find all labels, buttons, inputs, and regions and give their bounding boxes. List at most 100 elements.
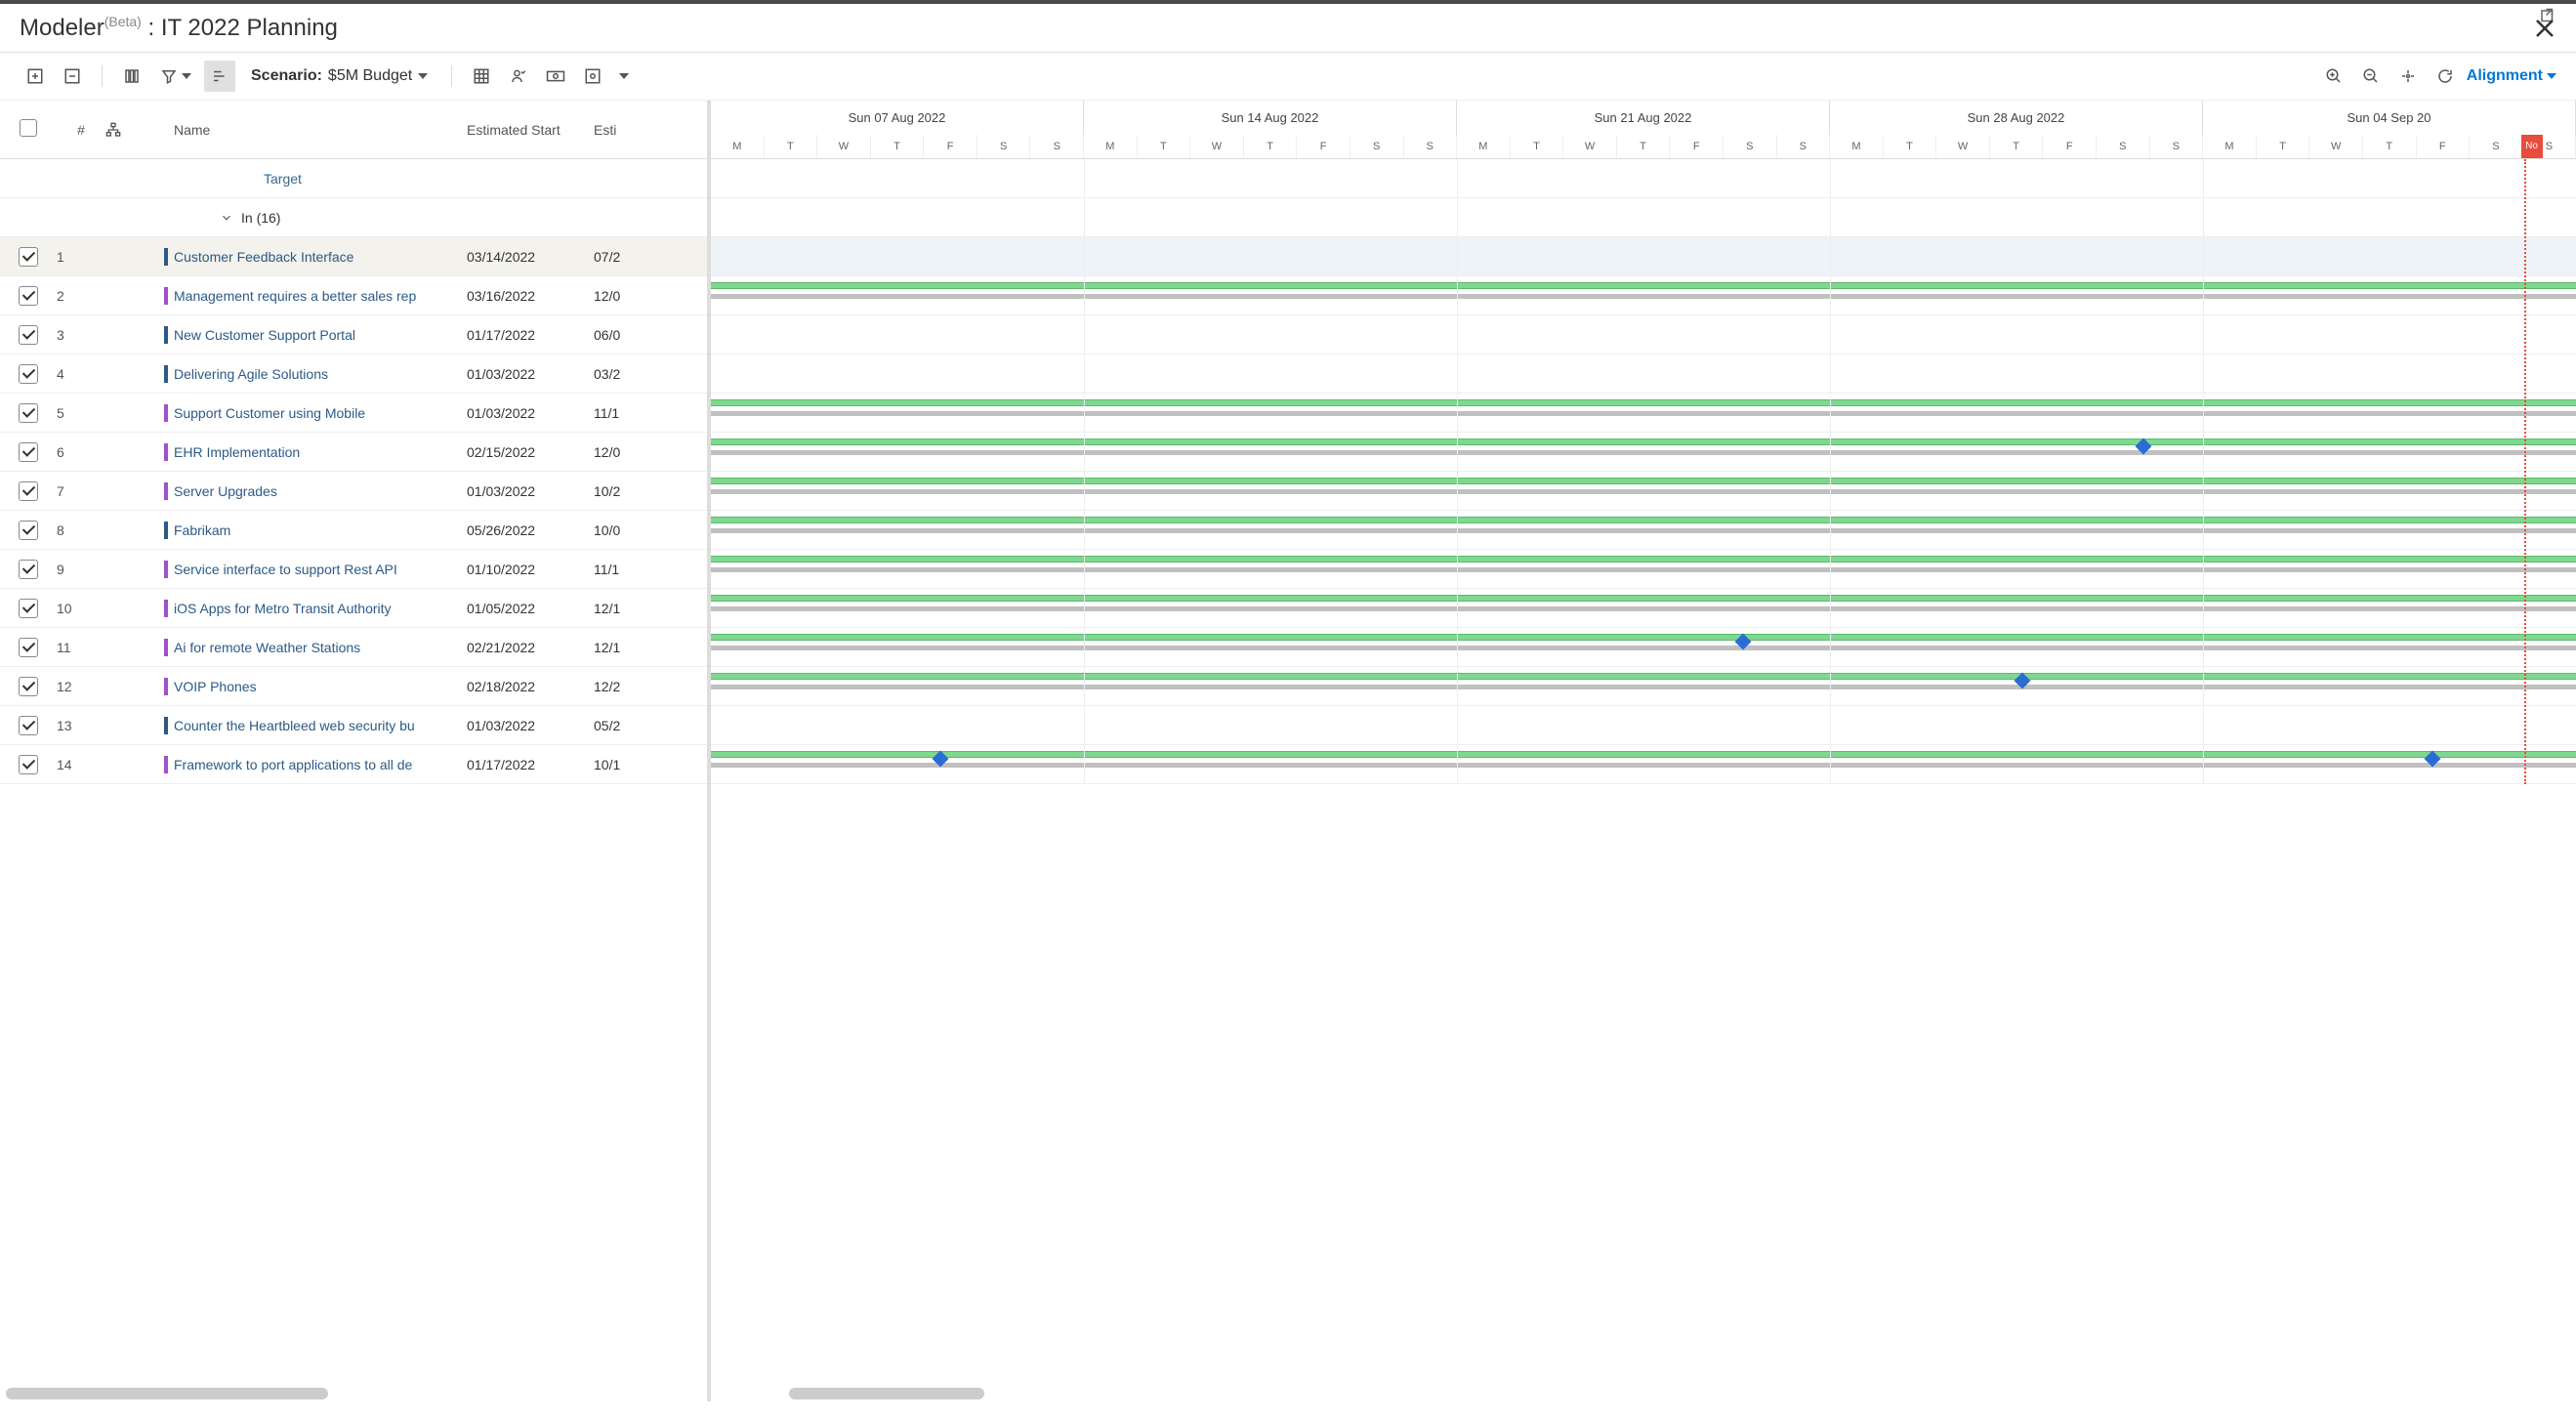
gantt-row[interactable] [711,237,2576,276]
row-name-link[interactable]: Server Upgrades [174,483,277,499]
gantt-bar[interactable] [711,595,2576,602]
gantt-row[interactable] [711,706,2576,745]
table-row[interactable]: 10 iOS Apps for Metro Transit Authority … [0,589,707,628]
row-name-link[interactable]: iOS Apps for Metro Transit Authority [174,601,392,616]
gantt-bar[interactable] [711,478,2576,484]
row-checkbox[interactable] [19,599,38,618]
table-row[interactable]: 6 EHR Implementation 02/15/2022 12/0 [0,433,707,472]
row-name-link[interactable]: Delivering Agile Solutions [174,366,328,382]
target-link[interactable]: Target [0,171,302,187]
settings-panel-icon[interactable] [577,61,608,92]
people-icon[interactable] [503,61,534,92]
table-row[interactable]: 14 Framework to port applications to all… [0,745,707,784]
row-name-link[interactable]: Management requires a better sales rep [174,288,416,304]
select-all-checkbox[interactable] [20,119,37,137]
filter-icon[interactable] [153,61,198,92]
timeline-week[interactable]: Sun 07 Aug 2022 [711,101,1084,135]
right-scrollbar[interactable] [789,1388,984,1399]
columns-icon[interactable] [116,61,147,92]
column-name[interactable]: Name [164,122,467,138]
table-row[interactable]: 5 Support Customer using Mobile 01/03/20… [0,394,707,433]
table-row[interactable]: 9 Service interface to support Rest API … [0,550,707,589]
row-checkbox[interactable] [19,286,38,306]
column-number[interactable]: # [57,122,105,138]
row-name-link[interactable]: Support Customer using Mobile [174,405,365,421]
gantt-row[interactable] [711,550,2576,589]
scenario-dropdown[interactable]: Scenario: $5M Budget [241,67,437,85]
table-row[interactable]: 3 New Customer Support Portal 01/17/2022… [0,315,707,354]
gantt-bar[interactable] [711,282,2576,289]
row-checkbox[interactable] [19,716,38,735]
gantt-row[interactable] [711,745,2576,784]
row-checkbox[interactable] [19,560,38,579]
gantt-row[interactable] [711,433,2576,472]
row-name-link[interactable]: VOIP Phones [174,679,257,694]
zoom-out-icon[interactable] [2355,61,2387,92]
table-row[interactable]: 11 Ai for remote Weather Stations 02/21/… [0,628,707,667]
row-name-link[interactable]: Fabrikam [174,522,230,538]
table-row[interactable]: 2 Management requires a better sales rep… [0,276,707,315]
gantt-view-icon[interactable] [204,61,235,92]
row-name-link[interactable]: Counter the Heartbleed web security bu [174,718,415,733]
timeline-week[interactable]: Sun 04 Sep 20 [2203,101,2576,135]
grid-icon[interactable] [466,61,497,92]
table-row[interactable]: 8 Fabrikam 05/26/2022 10/0 [0,511,707,550]
column-est-start[interactable]: Estimated Start [467,122,594,138]
row-name-link[interactable]: New Customer Support Portal [174,327,355,343]
row-name-link[interactable]: EHR Implementation [174,444,300,460]
gantt-bar[interactable] [711,634,2576,641]
row-name-link[interactable]: Framework to port applications to all de [174,757,412,772]
refresh-icon[interactable] [2430,61,2461,92]
gantt-row[interactable] [711,472,2576,511]
timeline-week[interactable]: Sun 21 Aug 2022 [1457,101,1830,135]
row-checkbox[interactable] [19,247,38,267]
expand-all-icon[interactable] [20,61,51,92]
table-row[interactable]: 13 Counter the Heartbleed web security b… [0,706,707,745]
row-checkbox[interactable] [19,638,38,657]
fit-icon[interactable] [2392,61,2424,92]
gantt-row[interactable] [711,276,2576,315]
row-checkbox[interactable] [19,364,38,384]
gantt-row[interactable] [711,511,2576,550]
row-checkbox[interactable] [19,755,38,774]
gantt-row[interactable] [711,315,2576,354]
timeline-day: T [1511,135,1564,158]
gantt-bar[interactable] [711,556,2576,563]
row-checkbox[interactable] [19,403,38,423]
row-name-link[interactable]: Service interface to support Rest API [174,562,397,577]
money-icon[interactable] [540,61,571,92]
row-name-link[interactable]: Ai for remote Weather Stations [174,640,360,655]
row-checkbox[interactable] [19,442,38,462]
column-hierarchy-icon[interactable] [105,122,164,138]
more-dropdown[interactable] [614,61,634,92]
row-checkbox[interactable] [19,521,38,540]
close-icon[interactable] [2533,17,2556,40]
timeline-week[interactable]: Sun 28 Aug 2022 [1830,101,2203,135]
zoom-in-icon[interactable] [2318,61,2349,92]
alignment-dropdown[interactable]: Alignment [2467,67,2556,85]
table-row[interactable]: 12 VOIP Phones 02/18/2022 12/2 [0,667,707,706]
timeline-week[interactable]: Sun 14 Aug 2022 [1084,101,1457,135]
gantt-bar[interactable] [711,399,2576,406]
left-scrollbar[interactable] [6,1388,328,1399]
row-checkbox[interactable] [19,677,38,696]
table-row[interactable]: 1 Customer Feedback Interface 03/14/2022… [0,237,707,276]
row-number: 6 [57,444,105,460]
row-name-link[interactable]: Customer Feedback Interface [174,249,353,265]
group-toggle[interactable]: In (16) [0,210,280,226]
gantt-row[interactable] [711,667,2576,706]
row-checkbox[interactable] [19,325,38,345]
table-row[interactable]: 4 Delivering Agile Solutions 01/03/2022 … [0,354,707,394]
gantt-bar[interactable] [711,438,2576,445]
gantt-row[interactable] [711,394,2576,433]
row-checkbox[interactable] [19,481,38,501]
table-row[interactable]: 7 Server Upgrades 01/03/2022 10/2 [0,472,707,511]
gantt-row[interactable] [711,589,2576,628]
column-est-end[interactable]: Esti [594,122,682,138]
gantt-row[interactable] [711,354,2576,394]
collapse-all-icon[interactable] [57,61,88,92]
gantt-bar[interactable] [711,517,2576,523]
gantt-bar[interactable] [711,673,2576,680]
gantt-row[interactable] [711,628,2576,667]
gantt-bar[interactable] [711,751,2576,758]
